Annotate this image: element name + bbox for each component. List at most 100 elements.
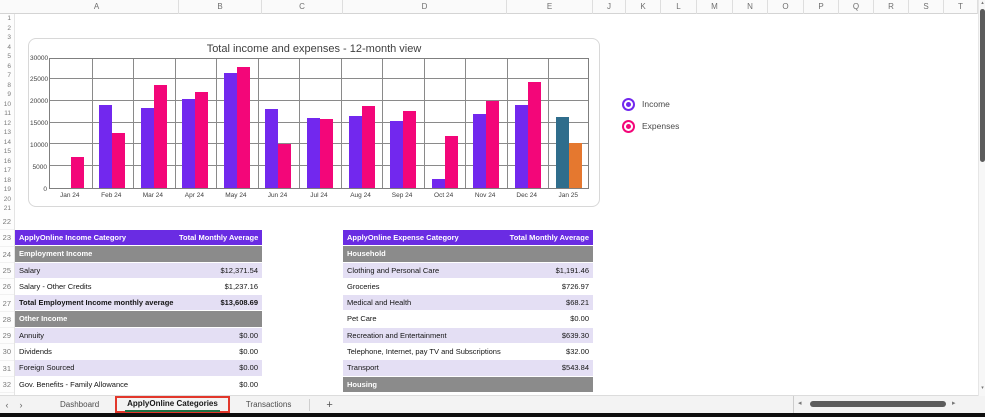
category-cell[interactable]: Salary	[15, 263, 179, 278]
bar-expenses-Jan-24[interactable]	[70, 157, 84, 188]
value-cell[interactable]: $68.21	[507, 295, 593, 310]
value-cell[interactable]: $639.30	[507, 328, 593, 343]
column-header-R[interactable]: R	[874, 0, 909, 14]
bar-income-Aug-24[interactable]	[348, 115, 362, 188]
category-cell[interactable]: Salary - Other Credits	[15, 279, 179, 294]
column-header-C[interactable]: C	[262, 0, 343, 14]
value-cell[interactable]: $1,191.46	[507, 263, 593, 278]
column-header-L[interactable]: L	[661, 0, 697, 14]
column-header-K[interactable]: K	[626, 0, 661, 14]
vertical-scrollbar-thumb[interactable]	[980, 9, 985, 162]
bar-expenses-Sep-24[interactable]	[403, 110, 417, 188]
bar-expenses-Dec-24[interactable]	[527, 81, 541, 188]
tab-scroll-right-icon[interactable]: ›	[14, 396, 28, 414]
expense-header-category-cell[interactable]: ApplyOnline Expense Category	[343, 230, 507, 245]
bar-income-Jul-24[interactable]	[307, 117, 320, 188]
bar-expenses-Oct-24[interactable]	[444, 135, 458, 188]
column-header-P[interactable]: P	[804, 0, 839, 14]
expense-header-value-cell[interactable]: Total Monthly Average	[507, 230, 593, 245]
hscroll-left-arrow-icon[interactable]: ◂	[798, 399, 802, 407]
section-row[interactable]: Household	[343, 246, 593, 263]
row-header-24[interactable]: 24	[0, 247, 14, 263]
row-header-15[interactable]: 15	[0, 147, 14, 157]
row-header-9[interactable]: 9	[0, 90, 14, 100]
column-header-N[interactable]: N	[733, 0, 768, 14]
bar-expenses-Nov-24[interactable]	[486, 100, 500, 188]
bar-expenses-Mar-24[interactable]	[153, 84, 167, 188]
section-row[interactable]: Other Income	[15, 311, 262, 328]
row-header-12[interactable]: 12	[0, 119, 14, 129]
category-cell[interactable]: Medical and Health	[343, 295, 507, 310]
add-sheet-button[interactable]: +	[326, 399, 332, 411]
vertical-scrollbar[interactable]: ▴ ▾	[978, 0, 985, 396]
value-cell[interactable]: $543.84	[507, 360, 593, 375]
bar-expenses-Feb-24[interactable]	[112, 133, 126, 188]
row-header-6[interactable]: 6	[0, 62, 14, 72]
vscroll-down-arrow-icon[interactable]: ▾	[979, 385, 985, 391]
category-cell[interactable]: Transport	[343, 360, 507, 375]
row-header-8[interactable]: 8	[0, 81, 14, 91]
column-header-S[interactable]: S	[909, 0, 944, 14]
income-header-value-cell[interactable]: Total Monthly Average	[179, 230, 262, 245]
row-header-3[interactable]: 3	[0, 33, 14, 43]
row-header-25[interactable]: 25	[0, 263, 14, 280]
column-header-T[interactable]: T	[944, 0, 978, 14]
value-cell[interactable]: $0.00	[179, 344, 262, 359]
row-header-2[interactable]: 2	[0, 24, 14, 34]
row-header-17[interactable]: 17	[0, 166, 14, 176]
row-header-23[interactable]: 23	[0, 230, 14, 247]
bar-income-May-24[interactable]	[223, 72, 237, 188]
sheet-tab-dashboard[interactable]: Dashboard	[46, 396, 113, 414]
column-header-Q[interactable]: Q	[839, 0, 874, 14]
value-cell[interactable]: $13,608.69	[179, 295, 262, 310]
bar-income-Dec-24[interactable]	[514, 105, 528, 188]
row-header-20[interactable]: 20	[0, 195, 14, 205]
row-header-18[interactable]: 18	[0, 176, 14, 186]
value-cell[interactable]: $0.00	[179, 377, 262, 392]
tab-scroll-left-icon[interactable]: ‹	[0, 396, 14, 414]
income-header-category-cell[interactable]: ApplyOnline Income Category	[15, 230, 179, 245]
section-row[interactable]: Employment Income	[15, 246, 262, 263]
value-cell[interactable]: $32.00	[507, 344, 593, 359]
row-header-4[interactable]: 4	[0, 43, 14, 53]
category-cell[interactable]: Clothing and Personal Care	[343, 263, 507, 278]
bar-expenses-Apr-24[interactable]	[195, 92, 209, 188]
category-cell[interactable]: Total Employment Income monthly average	[15, 295, 179, 310]
legend-item-income[interactable]: Income	[622, 97, 679, 111]
row-header-5[interactable]: 5	[0, 52, 14, 62]
category-cell[interactable]: Groceries	[343, 279, 507, 294]
category-cell[interactable]: Annuity	[15, 328, 179, 343]
category-cell[interactable]: Dividends	[15, 344, 179, 359]
column-header-E[interactable]: E	[507, 0, 593, 14]
bar-expenses-Aug-24[interactable]	[361, 106, 375, 188]
category-cell[interactable]: Telephone, Internet, pay TV and Subscrip…	[343, 344, 507, 359]
bar-income-Feb-24[interactable]	[99, 105, 113, 188]
category-cell[interactable]: Pet Care	[343, 311, 507, 326]
column-header-M[interactable]: M	[697, 0, 733, 14]
row-header-16[interactable]: 16	[0, 157, 14, 167]
section-row[interactable]: Housing	[343, 376, 593, 393]
bar-expenses-May-24[interactable]	[236, 67, 250, 188]
bar-income-Jun-24[interactable]	[265, 109, 279, 188]
row-header-30[interactable]: 30	[0, 344, 14, 361]
value-cell[interactable]: $1,237.16	[179, 279, 262, 294]
sheet-tab-applyonline-categories[interactable]: ApplyOnline Categories	[125, 396, 220, 414]
hscroll-right-arrow-icon[interactable]: ▸	[952, 399, 956, 407]
bar-expenses-Jun-24[interactable]	[278, 144, 292, 188]
value-cell[interactable]: $726.97	[507, 279, 593, 294]
row-header-19[interactable]: 19	[0, 185, 14, 195]
bar-income-Nov-24[interactable]	[473, 113, 487, 188]
bar-expenses-Jan-25[interactable]	[569, 143, 583, 188]
row-header-27[interactable]: 27	[0, 296, 14, 312]
column-header-B[interactable]: B	[179, 0, 262, 14]
bar-income-Apr-24[interactable]	[182, 99, 196, 188]
legend-item-expenses[interactable]: Expenses	[622, 119, 679, 133]
row-header-26[interactable]: 26	[0, 279, 14, 296]
row-header-29[interactable]: 29	[0, 328, 14, 345]
value-cell[interactable]: $0.00	[179, 328, 262, 343]
row-header-28[interactable]: 28	[0, 312, 14, 329]
column-header-J[interactable]: J	[593, 0, 626, 14]
row-header-7[interactable]: 7	[0, 71, 14, 81]
value-cell[interactable]: $12,371.54	[179, 263, 262, 278]
row-header-31[interactable]: 31	[0, 361, 14, 377]
